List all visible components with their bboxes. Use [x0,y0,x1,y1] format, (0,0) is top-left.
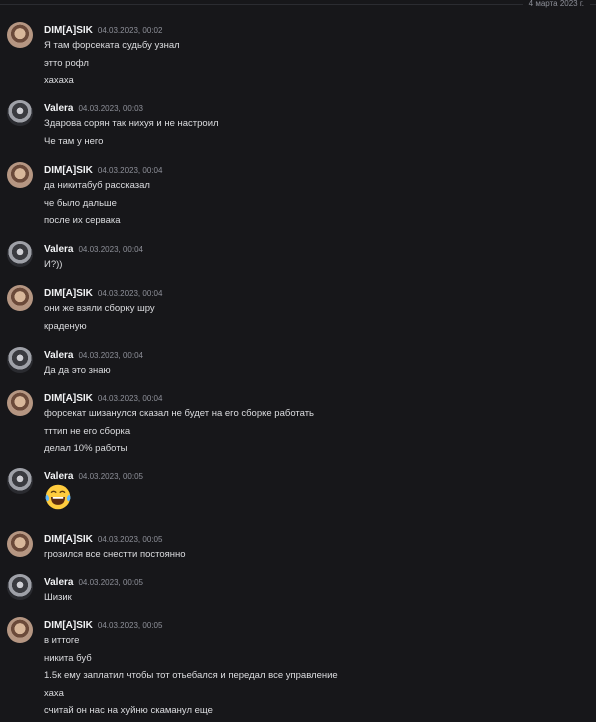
message-line: тттип не его сборка [44,425,131,437]
message-line: грозился все снестти постоянно [44,549,186,560]
timestamp[interactable]: 04.03.2023, 00:05 [98,621,163,630]
avatar[interactable] [7,100,33,126]
message-line: Да да это знаю [44,365,111,376]
message-line: форсекат шизанулся сказал не будет на ег… [44,408,315,419]
avatar[interactable] [7,285,33,311]
message-header: DIM[A]SIK 04.03.2023, 00:04 [44,162,162,176]
message-line: да никитабуб рассказал [44,180,150,191]
message-header: Valera 04.03.2023, 00:04 [44,347,143,361]
message-line: краденую [44,320,87,332]
timestamp[interactable]: 04.03.2023, 00:05 [78,472,143,481]
message-line: считай он нас на хуйню скаманул еще [44,705,213,716]
timestamp[interactable]: 04.03.2023, 00:04 [98,166,163,175]
message-line: хаха [44,687,64,699]
avatar[interactable] [7,468,33,494]
timestamp[interactable]: 04.03.2023, 00:02 [98,26,163,35]
author-name[interactable]: Valera [44,471,73,482]
author-name[interactable]: DIM[A]SIK [44,534,93,545]
message-line: никита буб [44,652,92,664]
message-line: хахаха [44,75,74,86]
date-divider: 4 марта 2023 г. [0,0,596,9]
author-name[interactable]: DIM[A]SIK [44,620,93,631]
message-header: Valera 04.03.2023, 00:05 [44,574,143,588]
avatar[interactable] [7,347,33,373]
message-line: после их сервака [44,215,121,226]
message-line: И?)) [44,259,63,270]
message-content: в иттоге никита буб 1.5к ему заплатил чт… [44,634,338,722]
avatar[interactable] [7,390,33,416]
message-header: Valera 04.03.2023, 00:03 [44,100,143,114]
divider-line [0,4,596,5]
message-line: они же взяли сборку шру [44,303,155,314]
avatar[interactable] [7,241,33,267]
timestamp[interactable]: 04.03.2023, 00:05 [78,578,143,587]
avatar[interactable] [7,22,33,48]
message-line: этто рофл [44,57,89,69]
message-header: DIM[A]SIK 04.03.2023, 00:04 [44,285,162,299]
message-line: Че там у него [44,135,104,147]
message-line: че было дальше [44,197,117,209]
timestamp[interactable]: 04.03.2023, 00:04 [98,289,163,298]
message-content [44,483,72,511]
author-name[interactable]: DIM[A]SIK [44,25,93,36]
message-content: Я там форсеката судьбу узнал этто рофл х… [44,39,180,92]
message-content: грозился все снестти постоянно [44,548,186,566]
message-header: DIM[A]SIK 04.03.2023, 00:05 [44,617,162,631]
date-divider-label: 4 марта 2023 г. [522,0,590,9]
laughing-crying-emoji[interactable] [44,483,72,511]
message-line: делал 10% работы [44,443,128,454]
message-content: Шизик [44,591,72,609]
avatar[interactable] [7,617,33,643]
message-header: Valera 04.03.2023, 00:05 [44,468,143,482]
message-content: Да да это знаю [44,364,111,382]
timestamp[interactable]: 04.03.2023, 00:04 [78,245,143,254]
avatar[interactable] [7,574,33,600]
author-name[interactable]: DIM[A]SIK [44,165,93,176]
message-header: DIM[A]SIK 04.03.2023, 00:05 [44,531,162,545]
avatar[interactable] [7,162,33,188]
message-line: Здарова сорян так нихуя и не настроил [44,118,219,129]
author-name[interactable]: DIM[A]SIK [44,393,93,404]
message-header: DIM[A]SIK 04.03.2023, 00:04 [44,390,162,404]
author-name[interactable]: Valera [44,244,73,255]
message-content: да никитабуб рассказал че было дальше по… [44,179,150,232]
message-line: в иттоге [44,635,80,646]
author-name[interactable]: DIM[A]SIK [44,288,93,299]
message-line: Шизик [44,592,72,603]
message-header: DIM[A]SIK 04.03.2023, 00:02 [44,22,162,36]
author-name[interactable]: Valera [44,350,73,361]
avatar[interactable] [7,531,33,557]
timestamp[interactable]: 04.03.2023, 00:04 [78,351,143,360]
author-name[interactable]: Valera [44,577,73,588]
message-content: они же взяли сборку шру краденую [44,302,155,337]
timestamp[interactable]: 04.03.2023, 00:05 [98,535,163,544]
message-line: Я там форсеката судьбу узнал [44,40,180,51]
author-name[interactable]: Valera [44,103,73,114]
timestamp[interactable]: 04.03.2023, 00:03 [78,104,143,113]
message-line: 1.5к ему заплатил чтобы тот отьебался и … [44,670,338,681]
timestamp[interactable]: 04.03.2023, 00:04 [98,394,163,403]
message-header: Valera 04.03.2023, 00:04 [44,241,143,255]
message-content: И?)) [44,258,62,276]
message-content: Здарова сорян так нихуя и не настроил Че… [44,117,219,152]
message-content: форсекат шизанулся сказал не будет на ег… [44,407,314,460]
